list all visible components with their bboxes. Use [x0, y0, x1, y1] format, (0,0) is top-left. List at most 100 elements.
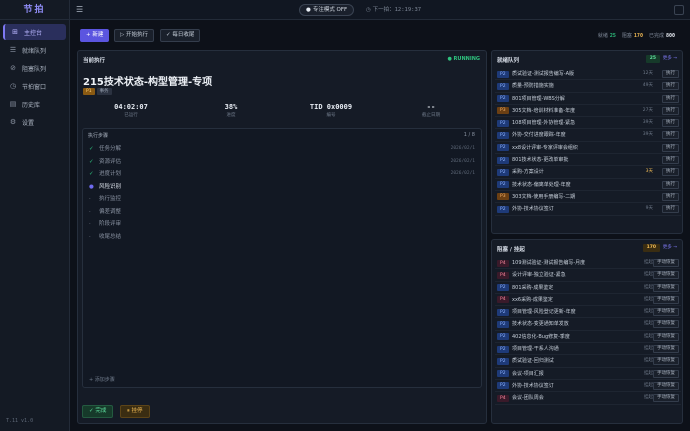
list-item[interactable]: P2 技术状态-偏离单处理-年度 执行 [495, 179, 681, 191]
add-step-button[interactable]: + 添加步骤 [89, 376, 115, 383]
resume-button[interactable]: 手动恢复 [653, 357, 679, 366]
execute-button[interactable]: 执行 [662, 205, 679, 214]
execute-button[interactable]: 执行 [662, 143, 679, 152]
sidebar: 节拍 ⊞ 主控台 ☰ 就绪队列 ⊘ 阻塞队列 ◷ 节拍窗口 ▤ 历史库 ⚙ 设置 T.11 v1.0 [0, 0, 70, 431]
next-beat-time: 12:19:37 [394, 7, 422, 13]
archive-icon: ▤ [9, 100, 17, 108]
list-item[interactable]: P3 305文档-培训材料准备-年度 27天 执行 [495, 105, 681, 118]
step-item[interactable]: ✓ 进度计划 2026/02/1 [89, 169, 475, 179]
list-item[interactable]: P4 109测试验证-测试报告编写-月度 挂起 手动恢复 [495, 257, 681, 270]
execute-button[interactable]: 执行 [662, 156, 679, 165]
sidebar-item-label: 主控台 [24, 29, 43, 37]
resume-button[interactable]: 手动恢复 [653, 271, 679, 280]
resume-button[interactable]: 手动恢复 [653, 259, 679, 267]
blocked-queue-list: P4 109测试验证-测试报告编写-月度 挂起 手动恢复 P4 设计评审-独立验证-紧急挂… [495, 257, 681, 405]
list-item[interactable]: P2 外协-技术协议签订 9天 执行 [495, 203, 681, 216]
blocked-more-link[interactable]: 更多 → [663, 244, 677, 252]
task-name: 108项目管理-外协管理-紧急 [512, 120, 576, 127]
sidebar-item-1[interactable]: ☰ 就绪队列 [3, 42, 66, 58]
toolbar: + 新建 ▷ 开始执行 ✓ 每日收尾 就绪 25 阻塞 170 已完成 800 [77, 28, 683, 44]
task-name: xx6采购-成果鉴定 [512, 296, 553, 303]
sidebar-item-label: 设置 [22, 119, 35, 127]
resume-button[interactable]: 手动恢复 [653, 381, 679, 390]
execute-button[interactable]: 执行 [662, 106, 679, 115]
menu-icon[interactable]: ☰ [76, 5, 83, 15]
list-item[interactable]: P4 设计评审-独立验证-紧急 挂起 手动恢复 [495, 269, 681, 282]
step-item[interactable]: · 收尾总结 [89, 232, 475, 242]
task-meta: 49天 [642, 83, 653, 89]
resume-button[interactable]: 手动恢复 [653, 369, 679, 378]
sidebar-item-5[interactable]: ⚙ 设置 [3, 114, 66, 130]
list-item[interactable]: P2 技术状态-变更通知单发放 挂起 手动恢复 [495, 318, 681, 331]
metric: 04:02:07 已运行 [86, 103, 176, 119]
new-task-button[interactable]: + 新建 [80, 29, 110, 42]
execute-button[interactable]: 执行 [662, 131, 679, 140]
resume-button[interactable]: 手动恢复 [653, 345, 679, 354]
metric-value: TID 0x0009 [309, 103, 353, 111]
stat-value: 170 [633, 33, 643, 39]
execute-button[interactable]: 执行 [662, 82, 679, 91]
step-time: 2026/02/1 [450, 158, 475, 164]
resume-button[interactable]: 手动恢复 [653, 320, 679, 329]
priority-badge: P4 [497, 271, 509, 279]
steps-count: 1 / 8 [463, 132, 475, 138]
execute-button[interactable]: 执行 [662, 70, 679, 78]
task-meta: 挂起 [644, 358, 653, 364]
metric: TID 0x0009 编号 [286, 103, 376, 119]
step-label: 偏差调整 [99, 208, 122, 215]
list-item[interactable]: P2 采购-方案设计 3天 执行 [495, 166, 681, 179]
task-meta: 挂起 [644, 346, 653, 352]
resume-button[interactable]: 手动恢复 [653, 295, 679, 304]
step-item[interactable]: · 偏差调整 [89, 207, 475, 217]
step-item[interactable]: ✓ 任务分解 2026/02/1 [89, 144, 475, 154]
list-item[interactable]: P4 xx6采购-成果鉴定 挂起 手动恢复 [495, 294, 681, 307]
step-item[interactable]: ✓ 资源评估 2026/02/1 [89, 157, 475, 167]
execute-button[interactable]: 执行 [662, 119, 679, 128]
list-item[interactable]: P2 801技术状态-更改单审批 执行 [495, 154, 681, 167]
list-item[interactable]: P2 108项目管理-外协管理-紧急 39天 执行 [495, 117, 681, 130]
sidebar-item-2[interactable]: ⊘ 阻塞队列 [3, 60, 66, 76]
list-item[interactable]: P2 项目管理-干系人沟通 挂起 手动恢复 [495, 343, 681, 356]
task-meta: 27天 [642, 107, 653, 113]
resume-button[interactable]: 手动恢复 [653, 308, 679, 317]
complete-button[interactable]: ✓ 完成 [82, 405, 114, 418]
list-item[interactable]: P2 项目管理-风险登记更新-年度 挂起 手动恢复 [495, 306, 681, 319]
resume-button[interactable]: 手动恢复 [653, 283, 679, 292]
sidebar-item-3[interactable]: ◷ 节拍窗口 [3, 78, 66, 94]
step-item[interactable]: · 阶段评审 [89, 219, 475, 229]
list-item[interactable]: P2 801项目管理-WBS分解 执行 [495, 93, 681, 105]
start-execution-button[interactable]: ▷ 开始执行 [114, 29, 154, 42]
list-item[interactable]: P2 外协-技术协议签订 挂起 手动恢复 [495, 380, 681, 393]
execute-button[interactable]: 执行 [662, 94, 679, 103]
focus-mode-toggle[interactable]: ● 专注模式 OFF [299, 4, 355, 16]
list-item[interactable]: P2 801采购-成果鉴定 挂起 手动恢复 [495, 282, 681, 294]
resume-button[interactable]: 手动恢复 [653, 394, 679, 403]
execute-button[interactable]: 执行 [662, 192, 679, 201]
pause-button[interactable]: ⏸ 挂停 [120, 405, 150, 418]
sidebar-item-4[interactable]: ▤ 历史库 [3, 96, 66, 112]
step-label: 资源评估 [99, 158, 122, 165]
ready-more-link[interactable]: 更多 → [663, 55, 677, 63]
list-item[interactable]: P4 会议-团队周会 挂起 手动恢复 [495, 392, 681, 405]
priority-badge: P2 [497, 168, 509, 176]
list-item[interactable]: P2 xx8设计评审-专家评审会组织 执行 [495, 142, 681, 155]
step-item[interactable]: · 执行监控 [89, 194, 475, 204]
app-logo: 节拍 [0, 0, 69, 20]
list-item[interactable]: P2 质量-预防措施实施 49天 执行 [495, 80, 681, 93]
step-item[interactable]: ● 风险识别 [89, 182, 475, 192]
sidebar-item-0[interactable]: ⊞ 主控台 [3, 24, 66, 40]
list-item[interactable]: P2 402信息化-Bug修复-季度 挂起 手动恢复 [495, 331, 681, 344]
list-item[interactable]: P2 外协-交付进度跟踪-年度 39天 执行 [495, 129, 681, 142]
step-time: 2026/02/1 [450, 171, 475, 176]
task-name: 质量-预防措施实施 [512, 83, 554, 90]
execute-button[interactable]: 执行 [662, 168, 679, 177]
list-item[interactable]: P2 质试验证-回归测试 挂起 手动恢复 [495, 355, 681, 368]
priority-badge: P4 [497, 296, 509, 304]
list-item[interactable]: P3 303文档-使用手册编写-二期 执行 [495, 191, 681, 204]
resume-button[interactable]: 手动恢复 [653, 332, 679, 341]
list-item[interactable]: P2 会议-项目汇报 挂起 手动恢复 [495, 368, 681, 380]
daily-wrapup-button[interactable]: ✓ 每日收尾 [160, 29, 201, 42]
execute-button[interactable]: 执行 [662, 180, 679, 189]
list-item[interactable]: P2 质试验证-测试报告编写-A版 12天 执行 [495, 68, 681, 81]
window-icon[interactable] [674, 5, 684, 15]
